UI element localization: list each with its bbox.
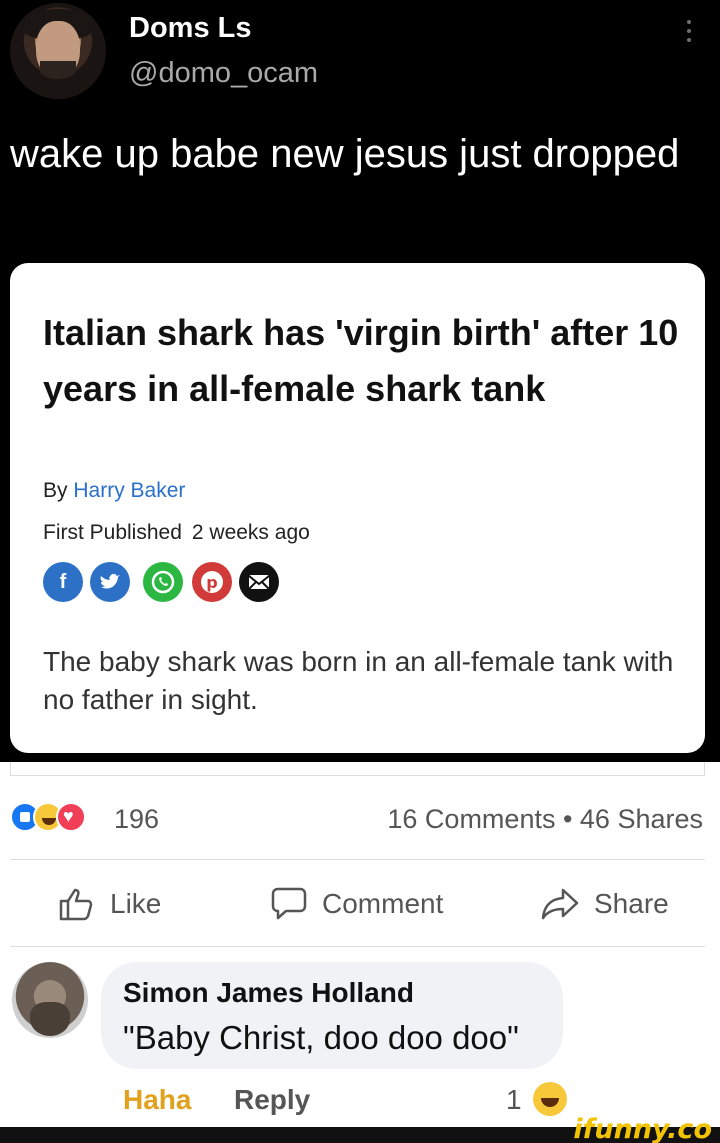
divider (10, 946, 705, 947)
divider (10, 762, 705, 776)
pinterest-icon[interactable]: p (192, 562, 232, 602)
byline: By Harry Baker (43, 479, 185, 503)
facebook-post-footer: 196 16 Comments • 46 Shares Like Comment… (0, 762, 720, 1127)
tweet-text: wake up babe new jesus just dropped (10, 132, 680, 176)
like-button[interactable]: Like (58, 886, 161, 922)
comment-reaction-count[interactable]: 1 (506, 1084, 522, 1116)
ifunny-watermark: ifunny.co (573, 1114, 712, 1143)
share-button[interactable]: Share (540, 886, 669, 922)
haha-reaction-icon (533, 1082, 567, 1116)
display-name[interactable]: Doms Ls (129, 12, 251, 45)
comment-reply-button[interactable]: Reply (234, 1084, 310, 1116)
facebook-icon[interactable]: f (43, 562, 83, 602)
user-avatar[interactable] (10, 3, 106, 99)
avatar-beard (30, 1002, 70, 1036)
comment-haha-button[interactable]: Haha (123, 1084, 191, 1116)
divider (10, 859, 705, 860)
comment-button[interactable]: Comment (270, 886, 443, 922)
comment-label: Comment (322, 888, 444, 919)
comment-text: "Baby Christ, doo doo doo" (123, 1019, 519, 1056)
whatsapp-icon[interactable] (143, 562, 183, 602)
comment-bubble[interactable]: Simon James Holland "Baby Christ, doo do… (101, 962, 563, 1069)
tweet: Doms Ls @domo_ocam wake up babe new jesu… (0, 0, 720, 762)
share-label: Share (594, 888, 669, 919)
article-lede: The baby shark was born in an all-female… (43, 646, 674, 715)
published-date: First Published 2 weeks ago (43, 521, 310, 545)
post-actions: Like Comment Share (0, 874, 720, 934)
commenter-avatar[interactable] (12, 962, 88, 1038)
twitter-icon[interactable] (90, 562, 130, 602)
published-when: 2 weeks ago (191, 521, 310, 544)
published-label: First Published (43, 521, 182, 544)
article-card[interactable]: Italian shark has 'virgin birth' after 1… (10, 263, 705, 753)
reaction-count[interactable]: 196 (114, 804, 159, 835)
article-headline[interactable]: Italian shark has 'virgin birth' after 1… (43, 305, 683, 417)
love-reaction-icon (56, 802, 86, 832)
share-arrow-icon (541, 888, 579, 920)
like-label: Like (110, 888, 162, 919)
svg-text:p: p (206, 573, 217, 592)
comments-shares-count[interactable]: 16 Comments • 46 Shares (387, 804, 703, 835)
reactions-summary[interactable]: 196 (10, 802, 210, 834)
user-handle[interactable]: @domo_ocam (129, 57, 318, 90)
commenter-name[interactable]: Simon James Holland (123, 977, 414, 1009)
email-icon[interactable] (239, 562, 279, 602)
author-link[interactable]: Harry Baker (73, 479, 185, 502)
comment-bubble-icon (271, 887, 307, 920)
more-options-icon[interactable] (684, 18, 694, 46)
byline-prefix: By (43, 479, 68, 502)
avatar-beard (40, 61, 76, 79)
thumbs-up-icon (59, 888, 93, 921)
